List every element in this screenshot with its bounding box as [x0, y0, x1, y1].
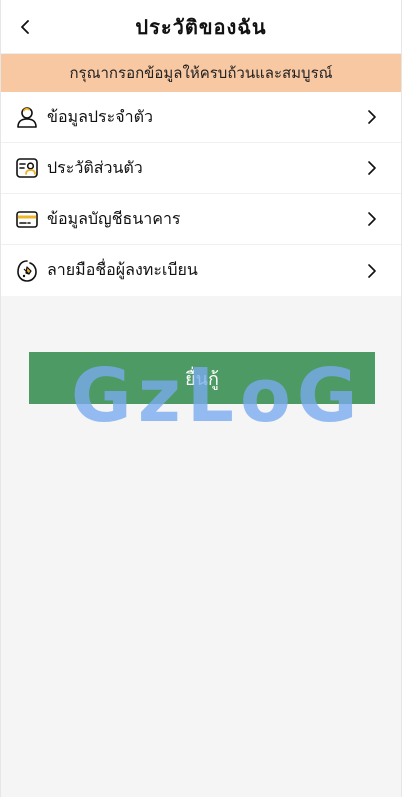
- back-button[interactable]: [19, 0, 55, 54]
- chevron-left-icon: [21, 20, 29, 34]
- chevron-right-icon: [367, 161, 377, 175]
- submit-area: ยื่นกู้: [29, 352, 375, 404]
- menu-item-label: ข้อมูลบัญชีธนาคาร: [47, 208, 181, 228]
- chevron-right-icon: [367, 110, 377, 124]
- chevron-right-icon: [367, 263, 377, 278]
- app-screen: ประวัติของฉัน กรุณากรอกข้อมูลให้ครบถ้วนแ…: [0, 0, 402, 797]
- menu-item-label: ประวัติส่วนตัว: [47, 157, 143, 177]
- menu-item-identity[interactable]: ข้อมูลประจำตัว: [1, 92, 401, 143]
- profile-menu: ข้อมูลประจำตัว ประวัติส่วนตัว ข้อมูลบัญช…: [1, 92, 401, 296]
- profile-card-icon: [15, 156, 39, 180]
- submit-loan-button[interactable]: ยื่นกู้: [29, 352, 375, 404]
- notice-banner: กรุณากรอกข้อมูลให้ครบถ้วนและสมบูรณ์: [1, 54, 401, 92]
- menu-item-personal-history[interactable]: ประวัติส่วนตัว: [1, 143, 401, 194]
- menu-item-label: ลายมือชื่อผู้ลงทะเบียน: [47, 260, 198, 279]
- page-title: ประวัติของฉัน: [135, 14, 267, 39]
- person-icon: [15, 105, 39, 129]
- header-bar: ประวัติของฉัน: [1, 0, 401, 54]
- signature-icon: [15, 259, 39, 283]
- menu-item-bank-account[interactable]: ข้อมูลบัญชีธนาคาร: [1, 194, 401, 245]
- menu-item-label: ข้อมูลประจำตัว: [47, 106, 153, 126]
- bank-card-icon: [15, 207, 39, 231]
- chevron-right-icon: [367, 212, 377, 226]
- menu-item-signature[interactable]: ลายมือชื่อผู้ลงทะเบียน: [1, 245, 401, 296]
